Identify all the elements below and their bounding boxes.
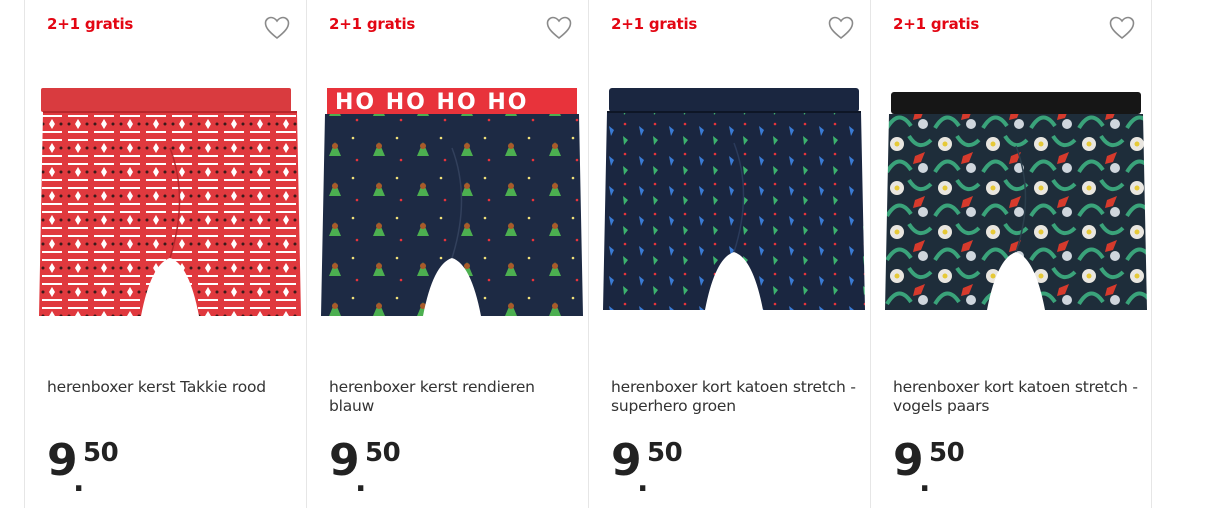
price-euros: 9 [893,435,924,486]
product-title[interactable]: herenboxer kort katoen stretch - superhe… [611,378,856,416]
product-price: 9 . 50 [47,435,119,500]
heart-outline-icon [264,16,290,40]
favorite-button[interactable] [544,14,574,42]
heart-outline-icon [828,16,854,40]
price-dot: . [73,464,85,499]
product-price: 9 . 50 [329,435,401,500]
favorite-button[interactable] [262,14,292,42]
product-price: 9 . 50 [611,435,683,500]
product-card[interactable]: 2+1 gratis herenboxer kerst Takkie rood … [24,0,306,508]
price-cents: 50 [83,438,119,468]
product-price: 9 . 50 [893,435,965,500]
price-euros: 9 [47,435,78,486]
promo-badge: 2+1 gratis [893,15,980,33]
price-cents: 50 [929,438,965,468]
product-title[interactable]: herenboxer kort katoen stretch - vogels … [893,378,1138,416]
product-image[interactable] [885,88,1147,323]
product-card[interactable]: 2+1 gratis herenboxer kort katoen stretc… [588,0,870,508]
product-title[interactable]: herenboxer kerst rendieren blauw [329,378,574,416]
promo-badge: 2+1 gratis [611,15,698,33]
price-dot: . [919,464,931,499]
product-card[interactable]: 2+1 gratis herenboxer kort katoen stretc… [870,0,1152,508]
price-euros: 9 [611,435,642,486]
heart-outline-icon [1109,16,1135,40]
product-title[interactable]: herenboxer kerst Takkie rood [47,378,292,397]
promo-badge: 2+1 gratis [47,15,134,33]
product-image[interactable] [603,88,865,323]
heart-outline-icon [546,16,572,40]
price-euros: 9 [329,435,360,486]
product-grid: 2+1 gratis herenboxer kerst Takkie rood … [24,0,1152,508]
price-dot: . [637,464,649,499]
product-image[interactable] [39,88,301,323]
product-image[interactable]: HO HO HO HO [321,88,583,323]
price-cents: 50 [365,438,401,468]
price-cents: 50 [647,438,683,468]
favorite-button[interactable] [1107,14,1137,42]
promo-badge: 2+1 gratis [329,15,416,33]
price-dot: . [355,464,367,499]
product-card[interactable]: 2+1 gratis HO HO HO HO herenboxer kerst [306,0,588,508]
waistband-text: HO HO HO HO [335,90,528,115]
favorite-button[interactable] [826,14,856,42]
